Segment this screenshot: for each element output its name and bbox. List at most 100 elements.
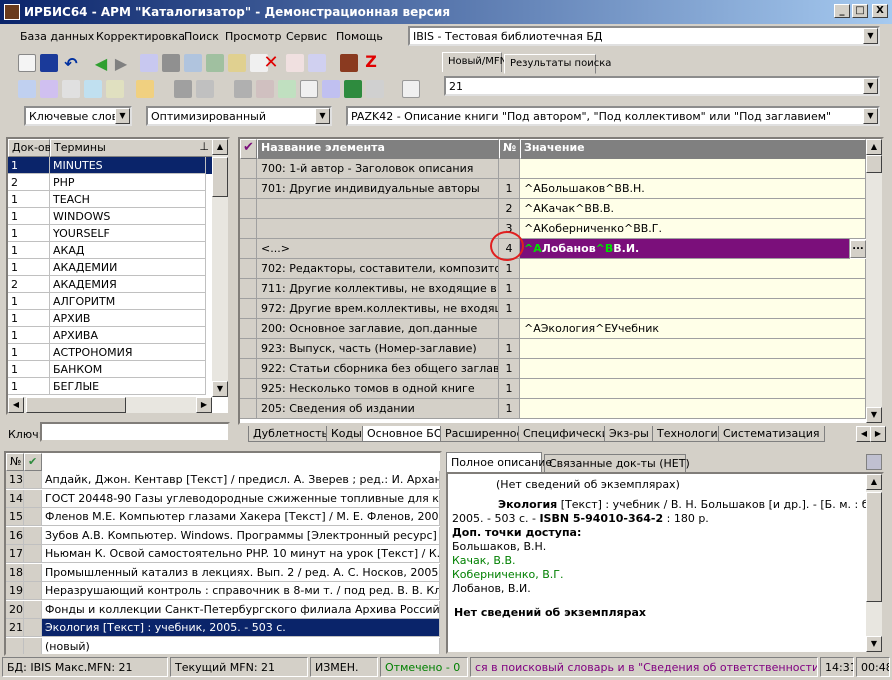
field-row[interactable]: 700: 1-й автор - Заголовок описания bbox=[240, 159, 866, 179]
field-row-value[interactable] bbox=[520, 279, 866, 299]
tab-full-description[interactable]: Полное описание bbox=[446, 452, 552, 472]
field-row-value[interactable] bbox=[520, 359, 866, 379]
scroll-thumb[interactable] bbox=[212, 157, 228, 197]
menu-view[interactable]: Просмотр bbox=[225, 30, 281, 43]
field-row[interactable]: 972: Другие врем.коллективы, не входящие… bbox=[240, 299, 866, 319]
scroll-up-icon[interactable]: ▲ bbox=[212, 139, 228, 155]
delete-icon[interactable]: ✕ bbox=[262, 52, 280, 73]
dictionary-row[interactable]: 1 MINUTES bbox=[8, 157, 214, 174]
next-icon[interactable] bbox=[106, 80, 124, 98]
row-indicator[interactable] bbox=[240, 179, 257, 199]
row-indicator[interactable] bbox=[240, 259, 257, 279]
field-row-number[interactable]: 1 bbox=[499, 259, 520, 279]
field-row[interactable]: 2 ^AКачак^BВ.В. bbox=[240, 199, 866, 219]
field-row-value[interactable] bbox=[520, 379, 866, 399]
dictionary-scrollbar[interactable]: ▲ ▼ bbox=[212, 139, 228, 397]
field-row-name[interactable]: 200: Основное заглавие, доп.данные bbox=[257, 319, 499, 339]
filter-icon[interactable] bbox=[40, 80, 58, 98]
dictionary-row[interactable]: 1 TEACH bbox=[8, 191, 214, 208]
tab-classification[interactable]: Систематизация bbox=[718, 426, 825, 442]
word-icon[interactable] bbox=[322, 80, 340, 98]
database-select[interactable]: IBIS - Тестовая библиотечная БД ▼ bbox=[408, 26, 880, 46]
scroll-right-icon[interactable]: ▶ bbox=[196, 397, 212, 413]
z-icon[interactable]: Z bbox=[362, 52, 380, 71]
field-row-value[interactable] bbox=[520, 399, 866, 419]
menu-database[interactable]: База данных bbox=[20, 30, 94, 43]
print-icon[interactable] bbox=[234, 80, 252, 98]
worksheet-select[interactable]: PAZK42 - Описание книги "Под автором", "… bbox=[346, 106, 880, 126]
scroll-down-icon[interactable]: ▼ bbox=[212, 381, 228, 397]
field-row-name[interactable]: 702: Редакторы, составители, композиторы… bbox=[257, 259, 499, 279]
tab-codes[interactable]: Коды bbox=[326, 426, 367, 442]
close-button[interactable]: X bbox=[872, 4, 888, 18]
ellipsis-button[interactable]: ... bbox=[850, 240, 866, 258]
pin-icon[interactable]: ⊥ bbox=[199, 140, 209, 153]
record-row[interactable]: 20 Фонды и коллекции Санкт-Петербургского… bbox=[6, 600, 440, 619]
record-row[interactable]: 14 ГОСТ 20448-90 Газы углеводородные сжиж… bbox=[6, 489, 440, 508]
dictionary-row[interactable]: 2 АКАДЕМИЯ bbox=[8, 276, 214, 293]
record-row[interactable]: 21 Экология [Текст] : учебник, 2005. - 50… bbox=[6, 619, 440, 637]
dictionary-row[interactable]: 2 PHP bbox=[8, 174, 214, 191]
search-mode-select[interactable]: Ключевые слова ▼ bbox=[24, 106, 132, 126]
print-preview-icon[interactable] bbox=[256, 80, 274, 98]
row-indicator[interactable] bbox=[240, 279, 257, 299]
field-row[interactable]: <...> 4 ^AЛобанов^BВ.И.... bbox=[240, 239, 866, 259]
arrow-right-icon[interactable]: ▶ bbox=[112, 54, 130, 73]
menu-search[interactable]: Поиск bbox=[184, 30, 219, 43]
dictionary-row[interactable]: 1 YOURSELF bbox=[8, 225, 214, 242]
field-row-name[interactable]: 972: Другие врем.коллективы, не входящие… bbox=[257, 299, 499, 319]
field-row-number[interactable]: 1 bbox=[499, 179, 520, 199]
scroll-down-icon[interactable]: ▼ bbox=[866, 636, 882, 652]
row-indicator[interactable] bbox=[240, 239, 257, 259]
row-indicator[interactable] bbox=[240, 199, 257, 219]
field-row[interactable]: 701: Другие индивидуальные авторы 1 ^AБоль… bbox=[240, 179, 866, 199]
dictionary-row[interactable]: 1 АРХИВ bbox=[8, 310, 214, 327]
row-indicator[interactable] bbox=[240, 399, 257, 419]
print-icon[interactable] bbox=[866, 454, 882, 470]
save-icon[interactable] bbox=[40, 54, 58, 72]
field-row[interactable]: 205: Сведения об издании 1 bbox=[240, 399, 866, 419]
row-indicator[interactable] bbox=[240, 159, 257, 179]
tab-extended[interactable]: Расширенное bbox=[440, 426, 529, 442]
arrow-left-icon[interactable]: ◀ bbox=[92, 54, 110, 73]
document-icon[interactable] bbox=[300, 80, 318, 98]
edit-icon[interactable] bbox=[228, 54, 246, 72]
field-row-value[interactable]: ^AКачак^BВ.В. bbox=[520, 199, 866, 219]
record-row[interactable]: (новый) bbox=[6, 637, 440, 654]
minimize-button[interactable]: _ bbox=[834, 4, 850, 18]
field-row[interactable]: 711: Другие коллективы, не входящие в за… bbox=[240, 279, 866, 299]
field-row-value[interactable] bbox=[520, 259, 866, 279]
hand-icon[interactable] bbox=[136, 80, 154, 98]
field-row[interactable]: 925: Несколько томов в одной книге 1 bbox=[240, 379, 866, 399]
maximize-button[interactable]: □ bbox=[852, 4, 868, 18]
col-value-header[interactable]: Значение bbox=[520, 139, 866, 159]
chat-icon[interactable] bbox=[84, 80, 102, 98]
tab-new-mfn[interactable]: Новый/MFN bbox=[442, 52, 507, 72]
record-row[interactable]: 15 Фленов М.Е. Компьютер глазами Хакера [… bbox=[6, 508, 440, 526]
field-row-value[interactable] bbox=[520, 299, 866, 319]
chevron-down-icon[interactable]: ▼ bbox=[863, 108, 878, 124]
scroll-down-icon[interactable]: ▼ bbox=[866, 407, 882, 423]
export-icon[interactable] bbox=[308, 54, 326, 72]
row-indicator[interactable] bbox=[240, 219, 257, 239]
row-indicator[interactable] bbox=[240, 359, 257, 379]
field-row-number[interactable]: 1 bbox=[499, 279, 520, 299]
tools-icon[interactable] bbox=[184, 54, 202, 72]
tab-linked-docs[interactable]: Связанные док-ты (НЕТ) bbox=[544, 454, 690, 472]
field-row-value[interactable] bbox=[520, 339, 866, 359]
hscroll-thumb[interactable] bbox=[26, 397, 126, 413]
scroll-up-icon[interactable]: ▲ bbox=[866, 139, 882, 155]
record-row[interactable]: 17 Ньюман К. Освой самостоятельно PHP. 10… bbox=[6, 545, 440, 563]
editor-scrollbar[interactable]: ▲ ▼ bbox=[866, 139, 882, 423]
tab-duplicates[interactable]: Дублетность bbox=[248, 426, 333, 442]
field-row[interactable]: 922: Статьи сборника без общего заглавия… bbox=[240, 359, 866, 379]
field-row-name[interactable]: 923: Выпуск, часть (Номер-заглавие) bbox=[257, 339, 499, 359]
grid-icon[interactable] bbox=[162, 54, 180, 72]
field-row-name[interactable]: 205: Сведения об издании bbox=[257, 399, 499, 419]
chevron-down-icon[interactable]: ▼ bbox=[315, 108, 330, 124]
chevron-down-icon[interactable]: ▼ bbox=[863, 28, 878, 44]
dictionary-row[interactable]: 1 АКАДЕМИИ bbox=[8, 259, 214, 276]
new-record-icon[interactable] bbox=[18, 54, 36, 72]
key-input[interactable] bbox=[40, 422, 230, 442]
field-row-name[interactable]: 922: Статьи сборника без общего заглавия bbox=[257, 359, 499, 379]
